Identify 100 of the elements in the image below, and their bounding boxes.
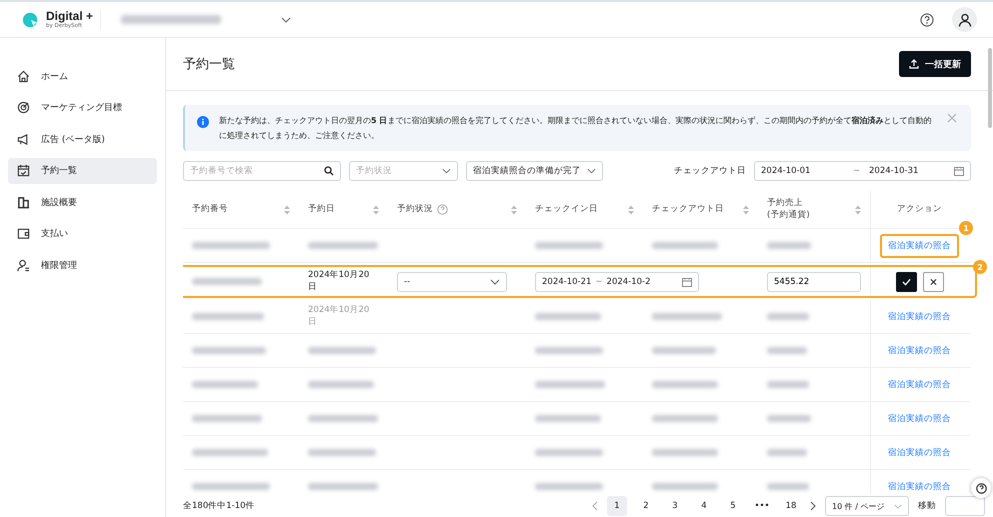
redacted-text — [308, 381, 374, 388]
redacted-text — [535, 449, 603, 456]
redacted-text — [652, 449, 718, 456]
table-cell-text: 2024年10月20日 — [308, 270, 370, 293]
sidebar-item[interactable]: 権限管理 — [8, 252, 157, 278]
calendar-icon — [17, 164, 30, 177]
close-icon[interactable] — [947, 113, 957, 123]
reconcile-link[interactable]: 宿泊実績の照合 — [882, 306, 957, 326]
redacted-text — [308, 483, 378, 490]
sidebar-item[interactable]: 予約一覧 — [8, 158, 157, 184]
logo-icon — [22, 10, 40, 28]
page-title: 予約一覧 — [183, 56, 235, 73]
building-icon — [17, 196, 30, 208]
sidebar-item[interactable]: 広告 (ベータ版) — [8, 126, 157, 152]
column-header: 予約日 — [308, 204, 335, 216]
chevron-down-icon — [490, 278, 500, 284]
redacted-text — [767, 381, 809, 388]
column-header: 予約番号 — [192, 204, 228, 216]
redacted-text — [652, 483, 718, 490]
redacted-text — [535, 313, 601, 320]
sidebar-item[interactable]: 支払い — [8, 220, 157, 246]
megaphone-icon — [17, 132, 30, 146]
calendar-icon — [682, 276, 692, 286]
status-select[interactable]: -- — [397, 272, 507, 292]
callout-badge: 2 — [973, 260, 987, 274]
redacted-text — [652, 381, 718, 388]
total-count: 全180件中1-10件 — [183, 500, 255, 512]
goto-page-input[interactable] — [945, 496, 985, 516]
redacted-text — [192, 278, 262, 285]
previous-page-icon[interactable] — [592, 501, 598, 511]
redacted-text — [767, 415, 811, 422]
reconcile-link[interactable]: 宿泊実績の照合 — [880, 234, 959, 258]
sort-icon[interactable] — [511, 204, 517, 214]
table-cell-text: 2024年10月20日 — [308, 305, 370, 328]
redacted-text — [767, 449, 807, 456]
reconcile-link[interactable]: 宿泊実績の照合 — [882, 442, 957, 462]
reconcile-link[interactable]: 宿泊実績の照合 — [882, 408, 957, 428]
cancel-button[interactable] — [922, 272, 944, 292]
sort-icon[interactable] — [743, 204, 749, 214]
redacted-text — [767, 242, 811, 249]
page-size-select[interactable]: 10 件 / ページ — [825, 496, 909, 516]
upload-icon — [909, 59, 919, 69]
chevron-down-icon — [587, 168, 596, 174]
reconcile-link[interactable]: 宿泊実績の照合 — [882, 374, 957, 394]
page-button[interactable]: 5 — [723, 496, 743, 516]
sort-icon[interactable] — [373, 204, 379, 214]
redacted-text — [535, 415, 601, 422]
goto-label: 移動 — [918, 500, 936, 512]
column-header: チェックアウト日 — [652, 204, 724, 216]
sort-icon[interactable] — [855, 204, 861, 214]
redacted-text — [535, 483, 603, 490]
page-button[interactable]: 3 — [665, 496, 685, 516]
redacted-text — [535, 347, 603, 354]
bulk-update-button[interactable]: 一括更新 — [899, 51, 971, 77]
scrollbar[interactable] — [988, 48, 992, 128]
page-button[interactable]: 4 — [694, 496, 714, 516]
redacted-text — [767, 483, 809, 490]
amount-input[interactable]: 5455.22 — [767, 272, 861, 292]
callout-badge: 1 — [959, 221, 973, 235]
sidebar-item[interactable]: ホーム — [8, 63, 157, 89]
ready-select[interactable]: 宿泊実績照合の準備が完了 — [466, 161, 603, 181]
help-button[interactable] — [971, 478, 991, 498]
redacted-text — [308, 347, 376, 354]
chevron-down-icon — [894, 504, 902, 508]
search-field[interactable]: 予約番号で検索 — [183, 161, 341, 181]
calendar-icon — [954, 166, 964, 176]
page-button[interactable]: 18 — [781, 496, 801, 516]
checkout-label: チェックアウト日 — [674, 165, 746, 177]
help-icon[interactable] — [920, 12, 934, 26]
redacted-text — [652, 242, 718, 249]
column-header: アクション — [897, 204, 942, 216]
page-button[interactable]: 2 — [636, 496, 656, 516]
redacted-text — [192, 313, 264, 320]
next-page-icon[interactable] — [810, 501, 816, 511]
column-header: 予約売上 (予約通貨) — [767, 198, 810, 221]
sidebar-item[interactable]: マーケティング目標 — [8, 94, 157, 120]
user-icon — [17, 258, 30, 272]
reconcile-link[interactable]: 宿泊実績の照合 — [882, 340, 957, 360]
reconcile-link[interactable]: 宿泊実績の照合 — [882, 476, 957, 495]
stay-date-field[interactable]: 2024-10-21 ~ 2024-10-2 — [535, 272, 699, 292]
page-button[interactable]: ••• — [752, 496, 772, 516]
sort-icon[interactable] — [284, 204, 290, 214]
info-icon — [197, 116, 209, 128]
redacted-text — [535, 242, 603, 249]
avatar-button[interactable] — [952, 7, 977, 32]
redacted-text — [652, 347, 716, 354]
redacted-text — [308, 449, 376, 456]
chevron-down-icon — [281, 16, 291, 22]
chevron-down-icon — [442, 168, 451, 174]
sort-icon[interactable] — [628, 204, 634, 214]
help-icon — [976, 482, 986, 494]
check-icon — [902, 278, 910, 286]
user-icon — [958, 12, 972, 26]
date-range-field[interactable]: 2024-10-01 ~ 2024-10-31 — [754, 161, 971, 181]
confirm-button[interactable] — [896, 272, 916, 292]
column-header: 予約状況 — [397, 204, 433, 216]
redacted-text — [767, 347, 807, 354]
page-button[interactable]: 1 — [607, 496, 627, 516]
close-icon — [930, 278, 936, 286]
sidebar-item[interactable]: 施設概要 — [8, 189, 157, 215]
